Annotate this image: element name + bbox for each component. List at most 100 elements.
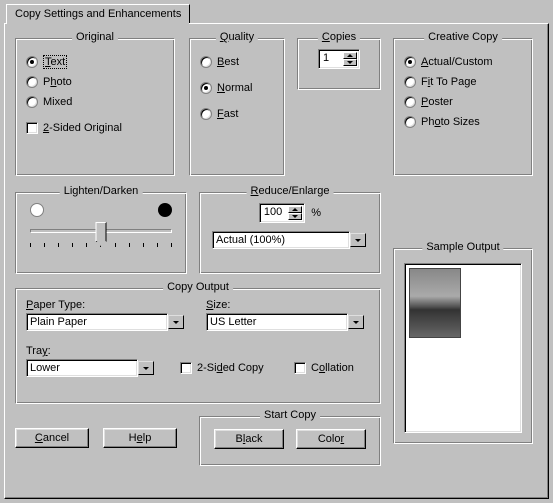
group-lighten-darken: Lighten/Darken xyxy=(15,192,187,274)
tab-body: Original Text Photo Mixed xyxy=(4,23,549,499)
radio-label-photo-sizes: Photo Sizes xyxy=(421,116,480,128)
color-button[interactable]: Color xyxy=(296,429,366,449)
radio-creative-actual[interactable]: Actual/Custom xyxy=(404,55,522,69)
spin-down-button[interactable] xyxy=(288,213,302,220)
chevron-up-icon xyxy=(347,54,353,57)
lighten-icon xyxy=(30,203,44,217)
dropdown-button[interactable] xyxy=(138,361,154,375)
paper-type-dropdown[interactable]: Plain Paper xyxy=(26,313,186,331)
cancel-button[interactable]: Cancel xyxy=(15,428,89,448)
radio-quality-best[interactable]: Best xyxy=(200,55,274,69)
radio-icon xyxy=(26,76,38,88)
radio-icon xyxy=(404,76,416,88)
spin-buttons xyxy=(343,52,357,66)
spin-up-button[interactable] xyxy=(343,52,357,59)
group-sample-output: Sample Output xyxy=(393,248,533,444)
group-copy-output: Copy Output Paper Type: Plain Paper Size… xyxy=(15,288,381,404)
size-value: US Letter xyxy=(206,313,348,331)
group-quality-title: Quality xyxy=(216,31,258,43)
size-dropdown[interactable]: US Letter xyxy=(206,313,366,331)
chevron-up-icon xyxy=(292,208,298,211)
group-start-copy: Start Copy Black Color xyxy=(199,416,381,466)
settings-window: Copy Settings and Enhancements Original … xyxy=(0,0,553,503)
group-original-title: Original xyxy=(72,31,118,43)
paper-type-value: Plain Paper xyxy=(26,313,168,331)
copies-spinner[interactable]: 1 xyxy=(318,49,360,69)
radio-label-photo: Photo xyxy=(43,76,72,88)
size-label: Size: xyxy=(206,299,366,311)
checkbox-icon xyxy=(294,362,306,374)
radio-quality-normal[interactable]: Normal xyxy=(200,81,274,95)
group-reduce-enlarge: Reduce/Enlarge 100 % Actual (100%) xyxy=(199,192,381,274)
check-collation[interactable]: Collation xyxy=(294,361,354,375)
radio-creative-photo-sizes[interactable]: Photo Sizes xyxy=(404,115,522,129)
copies-value: 1 xyxy=(319,50,341,68)
reduce-preset-dropdown[interactable]: Actual (100%) xyxy=(212,231,368,249)
radio-creative-poster[interactable]: Poster xyxy=(404,95,522,109)
sample-image xyxy=(409,268,461,338)
radio-creative-fit[interactable]: Fit To Page xyxy=(404,75,522,89)
radio-label-text: Text xyxy=(43,55,67,69)
dropdown-button[interactable] xyxy=(350,233,366,247)
help-button[interactable]: Help xyxy=(103,428,177,448)
radio-original-mixed[interactable]: Mixed xyxy=(26,95,164,109)
group-start-title: Start Copy xyxy=(260,409,320,421)
radio-quality-fast[interactable]: Fast xyxy=(200,107,274,121)
darken-icon xyxy=(158,203,172,217)
chevron-down-icon xyxy=(353,321,359,324)
radio-icon xyxy=(26,96,38,108)
spin-buttons xyxy=(288,206,302,220)
radio-original-photo[interactable]: Photo xyxy=(26,75,164,89)
radio-label-actual: Actual/Custom xyxy=(421,56,493,68)
tab-container: Copy Settings and Enhancements Original … xyxy=(4,4,549,499)
radio-icon xyxy=(200,56,212,68)
spin-up-button[interactable] xyxy=(288,206,302,213)
tab-label: Copy Settings and Enhancements xyxy=(15,8,181,20)
tab-copy-settings[interactable]: Copy Settings and Enhancements xyxy=(6,4,190,23)
group-creative-copy: Creative Copy Actual/Custom Fit To Page … xyxy=(393,38,533,176)
black-button[interactable]: Black xyxy=(214,429,284,449)
radio-icon xyxy=(404,56,416,68)
radio-icon xyxy=(200,108,212,120)
radio-label-normal: Normal xyxy=(217,82,252,94)
tray-label: Tray: xyxy=(26,345,156,357)
radio-label-fast: Fast xyxy=(217,108,238,120)
dropdown-button[interactable] xyxy=(168,315,184,329)
check-two-sided-copy[interactable]: 2-Sided Copy xyxy=(180,361,264,375)
group-copies-title: Copies xyxy=(318,31,360,43)
group-output-title: Copy Output xyxy=(163,281,233,293)
check-label-two-sided-original: 2-Sided Original xyxy=(43,122,122,134)
spin-down-button[interactable] xyxy=(343,59,357,66)
radio-original-text[interactable]: Text xyxy=(26,55,164,69)
slider-thumb[interactable] xyxy=(96,222,107,242)
chevron-down-icon xyxy=(143,367,149,370)
group-copies: Copies 1 xyxy=(297,38,381,90)
radio-label-mixed: Mixed xyxy=(43,96,72,108)
checkbox-icon xyxy=(26,122,38,134)
check-label-two-sided-copy: 2-Sided Copy xyxy=(197,362,264,374)
reduce-spinner[interactable]: 100 xyxy=(259,203,305,223)
group-lighten-title: Lighten/Darken xyxy=(60,185,143,197)
radio-label-fit: Fit To Page xyxy=(421,76,476,88)
checkbox-icon xyxy=(180,362,192,374)
tray-dropdown[interactable]: Lower xyxy=(26,359,156,377)
chevron-down-icon xyxy=(347,61,353,64)
reduce-preset-value: Actual (100%) xyxy=(212,231,350,249)
radio-icon xyxy=(404,96,416,108)
group-sample-title: Sample Output xyxy=(422,241,503,253)
radio-label-best: Best xyxy=(217,56,239,68)
reduce-value: 100 xyxy=(260,204,286,222)
dropdown-button[interactable] xyxy=(348,315,364,329)
chevron-down-icon xyxy=(355,239,361,242)
radio-icon xyxy=(404,116,416,128)
group-quality: Quality Best Normal Fast xyxy=(189,38,285,176)
check-two-sided-original[interactable]: 2-Sided Original xyxy=(26,121,164,135)
percent-label: % xyxy=(311,207,321,219)
group-reduce-title: Reduce/Enlarge xyxy=(247,185,334,197)
group-original: Original Text Photo Mixed xyxy=(15,38,175,176)
radio-icon xyxy=(26,56,38,68)
tray-value: Lower xyxy=(26,359,138,377)
lighten-slider[interactable] xyxy=(30,229,172,233)
paper-type-label: Paper Type: xyxy=(26,299,186,311)
sample-preview-panel xyxy=(404,263,522,433)
